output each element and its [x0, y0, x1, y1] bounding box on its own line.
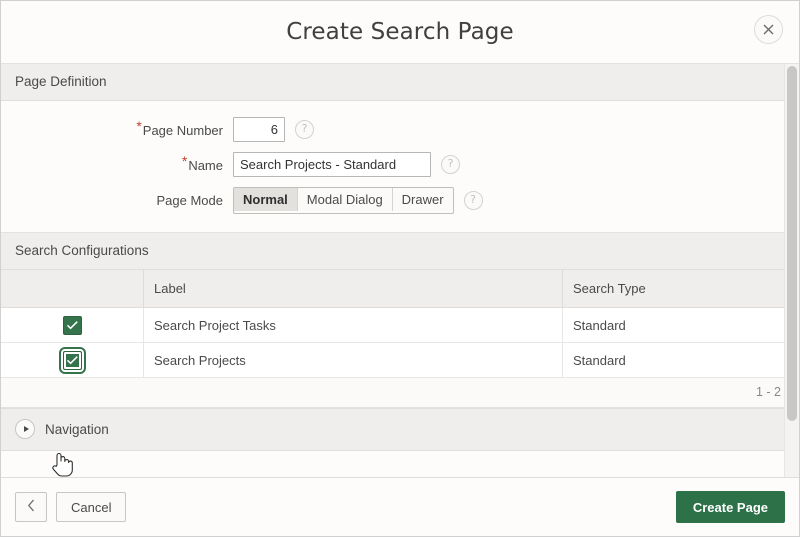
pagination-range: 1 - 2	[755, 385, 781, 399]
page-mode-option-normal[interactable]: Normal	[234, 188, 298, 211]
close-button[interactable]	[754, 15, 783, 44]
page-mode-option-modal-dialog[interactable]: Modal Dialog	[297, 188, 393, 211]
help-icon-page-number[interactable]: ?	[295, 120, 314, 139]
chevron-left-icon	[27, 499, 36, 515]
field-row-name: *Name ?	[1, 152, 799, 177]
row-checkbox-cell	[1, 307, 144, 343]
column-header-select	[1, 270, 144, 308]
close-icon	[763, 24, 774, 35]
column-header-label: Label	[143, 270, 563, 308]
region-title-navigation: Navigation	[45, 421, 109, 437]
dialog-titlebar: Create Search Page	[1, 1, 799, 64]
region-header-search-configurations: Search Configurations	[1, 233, 799, 270]
help-icon-name[interactable]: ?	[441, 155, 460, 174]
required-marker-page-number: *	[136, 117, 142, 134]
label-name: *Name	[1, 153, 233, 173]
table-header-row: Label Search Type	[1, 270, 799, 308]
page-number-input[interactable]	[233, 117, 285, 142]
label-text-page-number: Page Number	[142, 122, 223, 138]
region-header-navigation[interactable]: Navigation	[1, 408, 799, 451]
label-page-number: *Page Number	[1, 118, 233, 138]
cell-search-type: Standard	[562, 307, 799, 343]
cell-label: Search Projects	[143, 342, 563, 378]
vertical-scrollbar[interactable]	[784, 64, 799, 477]
page-mode-option-drawer[interactable]: Drawer	[392, 188, 453, 211]
back-button[interactable]	[15, 492, 47, 522]
row-checkbox[interactable]	[58, 346, 86, 374]
row-checkbox[interactable]	[62, 315, 82, 335]
label-text-page-mode: Page Mode	[156, 193, 224, 208]
dialog-footer: Cancel Create Page	[1, 477, 799, 536]
page-mode-radio-group[interactable]: Normal Modal Dialog Drawer	[233, 187, 454, 214]
region-header-page-definition: Page Definition	[1, 64, 799, 101]
create-search-page-dialog: Create Search Page Page Definition *Page…	[0, 0, 800, 537]
scrollbar-thumb[interactable]	[787, 66, 797, 421]
cancel-button[interactable]: Cancel	[56, 492, 127, 522]
search-configurations-table: Label Search Type Search Project Tasks S…	[1, 270, 799, 378]
region-title-page-definition: Page Definition	[15, 74, 107, 89]
table-pagination: 1 - 2	[1, 378, 799, 408]
table-row: Search Project Tasks Standard	[1, 307, 799, 343]
field-row-page-mode: Page Mode Normal Modal Dialog Drawer ?	[1, 187, 799, 214]
page-title: Create Search Page	[286, 19, 514, 45]
dialog-body: Page Definition *Page Number ? *Name ?	[1, 64, 799, 477]
mouse-cursor	[51, 448, 75, 477]
field-row-page-number: *Page Number ?	[1, 117, 799, 142]
required-marker-name: *	[181, 152, 188, 169]
create-page-button[interactable]: Create Page	[675, 491, 785, 523]
help-icon-page-mode[interactable]: ?	[463, 191, 483, 210]
label-page-mode: Page Mode	[1, 193, 233, 208]
name-input[interactable]	[233, 152, 431, 177]
row-checkbox-cell	[1, 342, 144, 378]
region-title-search-configurations: Search Configurations	[15, 243, 149, 258]
label-text-name: Name	[188, 157, 223, 173]
chevron-right-icon[interactable]	[15, 419, 35, 439]
cell-label: Search Project Tasks	[143, 307, 563, 343]
page-definition-form: *Page Number ? *Name ? Page Mode Norma	[1, 101, 799, 233]
column-header-search-type: Search Type	[562, 270, 799, 308]
table-row: Search Projects Standard	[1, 342, 799, 378]
cell-search-type: Standard	[562, 342, 799, 378]
